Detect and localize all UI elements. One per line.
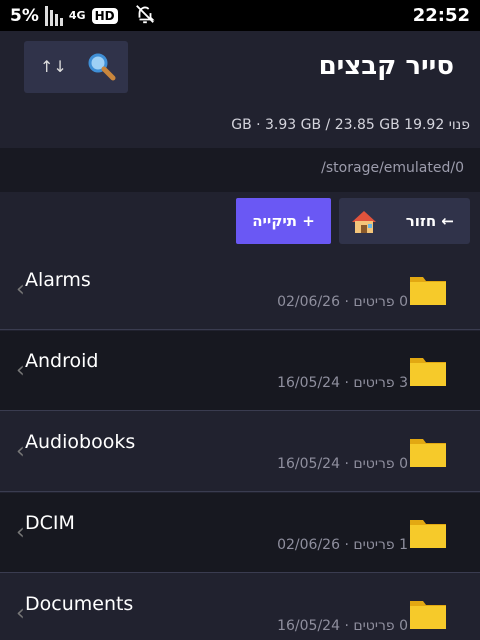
home-icon bbox=[351, 210, 377, 238]
folder-name: Android bbox=[25, 350, 99, 372]
path-bar: /storage/emulated/0 bbox=[0, 148, 480, 192]
network-type: 4G bbox=[68, 9, 86, 22]
folder-meta: 0 פריטים · 16/05/24 bbox=[277, 618, 408, 634]
list-item[interactable]: ‹ DCIM 1 פריטים · 02/06/26 bbox=[0, 493, 480, 573]
divider bbox=[0, 572, 480, 573]
status-bar: 5% 4G HD 22:52 bbox=[0, 0, 480, 31]
list-item[interactable]: ‹ Audiobooks 0 פריטים · 16/05/24 bbox=[0, 412, 480, 492]
storage-info: פנוי 19.92 GB · 3.93 GB / 23.85 GB bbox=[231, 117, 470, 133]
folder-meta: 3 פריטים · 16/05/24 bbox=[277, 375, 408, 391]
folder-name: Documents bbox=[25, 593, 134, 615]
folder-icon bbox=[409, 272, 447, 310]
list-item[interactable]: ‹ Android 3 פריטים · 16/05/24 bbox=[0, 331, 480, 411]
folder-name: Audiobooks bbox=[25, 431, 136, 453]
folder-icon bbox=[409, 434, 447, 472]
folder-meta: 0 פריטים · 02/06/26 bbox=[277, 294, 408, 310]
folder-icon bbox=[409, 596, 447, 634]
sort-icon[interactable]: ↑↓ bbox=[40, 57, 67, 76]
new-folder-button[interactable]: + תיקייה bbox=[236, 198, 331, 244]
list-item[interactable]: ‹ Documents 0 פריטים · 16/05/24 bbox=[0, 574, 480, 640]
chevron-left-icon: ‹ bbox=[16, 520, 25, 545]
hd-badge: HD bbox=[91, 7, 118, 24]
battery-level: 5% bbox=[10, 5, 39, 26]
bell-muted-icon bbox=[134, 3, 156, 29]
folder-meta: 0 פריטים · 16/05/24 bbox=[277, 456, 408, 472]
toolbar-actions: ↑↓ bbox=[24, 41, 128, 93]
list-item[interactable]: ‹ Alarms 0 פריטים · 02/06/26 bbox=[0, 250, 480, 330]
folder-name: Alarms bbox=[25, 269, 91, 291]
current-path: /storage/emulated/0 bbox=[321, 160, 464, 176]
signal-icon bbox=[44, 5, 63, 26]
clock: 22:52 bbox=[412, 5, 470, 26]
folder-name: DCIM bbox=[25, 512, 75, 534]
folder-meta: 1 פריטים · 02/06/26 bbox=[277, 537, 408, 553]
search-icon[interactable] bbox=[86, 51, 116, 85]
app-header: ↑↓ סייר קבצים פנוי 19.92 GB · 3.93 GB / … bbox=[0, 31, 480, 141]
back-label: ← חזור bbox=[405, 212, 454, 230]
folder-icon bbox=[409, 353, 447, 391]
divider bbox=[0, 491, 480, 492]
chevron-left-icon: ‹ bbox=[16, 277, 25, 302]
page-title: סייר קבצים bbox=[318, 51, 454, 81]
chevron-left-icon: ‹ bbox=[16, 601, 25, 626]
divider bbox=[0, 410, 480, 411]
divider bbox=[0, 329, 480, 330]
back-button[interactable]: ← חזור bbox=[339, 198, 470, 244]
folder-icon bbox=[409, 515, 447, 553]
chevron-left-icon: ‹ bbox=[16, 439, 25, 464]
chevron-left-icon: ‹ bbox=[16, 358, 25, 383]
